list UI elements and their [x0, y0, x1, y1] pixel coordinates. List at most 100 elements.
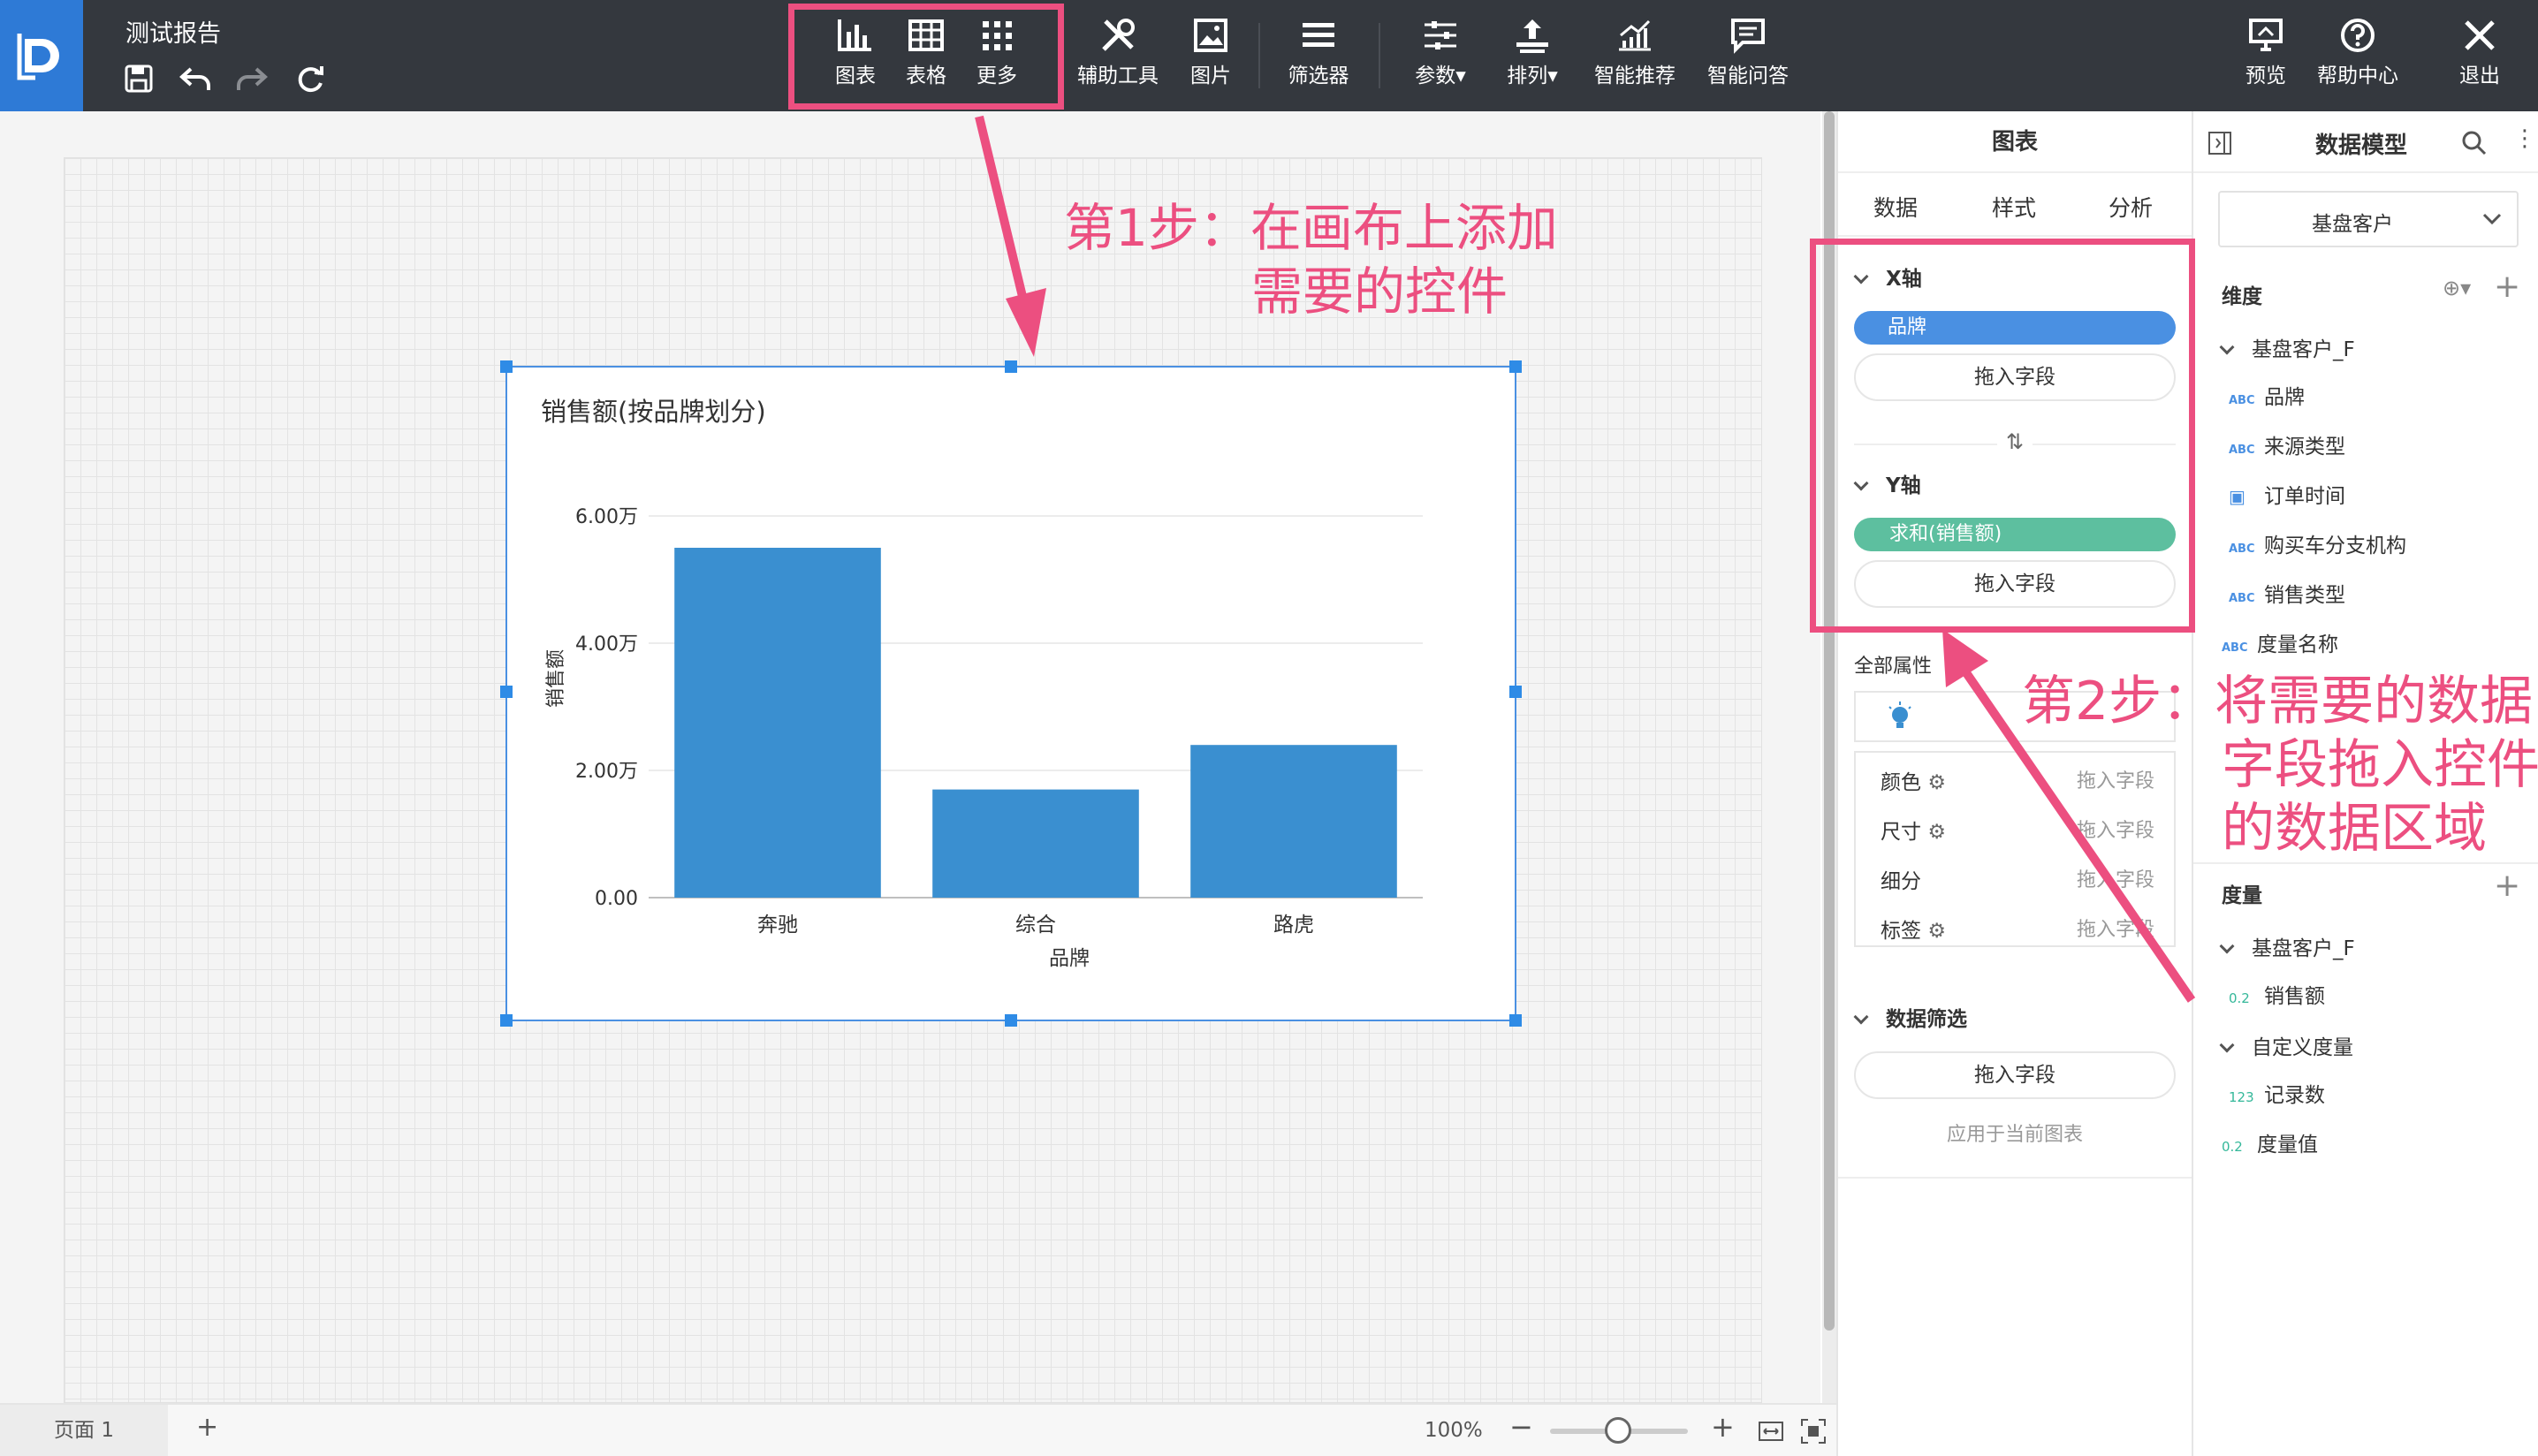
undo-icon[interactable] [179, 64, 212, 94]
x-tick-label: 路虎 [1273, 914, 1314, 937]
bar[interactable] [1190, 745, 1397, 898]
add-measure-icon[interactable]: + [2494, 868, 2520, 904]
preview-button[interactable]: 预览 [2241, 16, 2291, 95]
dataset-select[interactable]: 基盘客户 [2218, 191, 2519, 247]
field-measure-names[interactable]: ABC 度量名称 [2222, 627, 2338, 663]
zoom-slider-thumb[interactable] [1605, 1417, 1631, 1444]
chevron-down-icon [2219, 339, 2235, 355]
text-type-icon: ABC [2222, 641, 2248, 655]
divider [1838, 235, 2192, 237]
toolbar-highlight-box [788, 4, 1064, 110]
y-tick-label: 0.00 [595, 888, 638, 910]
field-sales-type[interactable]: ABC 销售类型 [2229, 578, 2345, 613]
aux-tools-button[interactable]: 辅助工具 [1075, 16, 1161, 95]
resize-handle[interactable] [1509, 1014, 1522, 1027]
chat-icon [1731, 19, 1765, 54]
field-measure-values[interactable]: 0.2 度量值 [2222, 1127, 2318, 1163]
field-branch[interactable]: ABC 购买车分支机构 [2229, 528, 2406, 564]
aux-tools-label: 辅助工具 [1077, 64, 1159, 87]
prop-label-drop[interactable]: 拖入字段 [2077, 914, 2154, 942]
chevron-down-icon [1853, 1009, 1869, 1025]
collapse-panel-icon[interactable] [2207, 131, 2232, 155]
fit-page-icon[interactable] [1799, 1417, 1828, 1445]
search-icon[interactable] [2460, 129, 2489, 157]
y-tick-label: 6.00万 [575, 506, 638, 528]
filter-drop-zone[interactable]: 拖入字段 [1854, 1051, 2176, 1099]
redo-icon[interactable] [235, 64, 269, 94]
exit-button[interactable]: 退出 [2455, 16, 2504, 95]
measures-label: 度量 [2222, 884, 2262, 907]
prop-color[interactable]: 颜色 ⚙ [1881, 765, 1946, 795]
tab-analysis[interactable]: 分析 [2109, 191, 2153, 223]
add-page-button[interactable]: + [196, 1412, 218, 1443]
smart-recommend-button[interactable]: 智能推荐 [1591, 16, 1679, 95]
arrange-icon [1516, 19, 1548, 53]
image-tool-button[interactable]: 图片 [1186, 16, 1235, 95]
divider [1838, 1177, 2192, 1179]
resize-handle[interactable] [1509, 360, 1522, 373]
resize-handle[interactable] [500, 360, 513, 373]
field-order-time[interactable]: ▣ 订单时间 [2229, 479, 2345, 514]
data-filter-section[interactable]: 数据筛选 [1853, 1002, 1967, 1032]
gear-icon: ⚙ [1927, 920, 1946, 943]
chart-widget[interactable]: 销售额(按品牌划分) 0.00 2.00万 4.00万 6.00万 奔驰 综合 路虎 销售额… [500, 360, 1522, 1027]
field-source-type[interactable]: ABC 来源类型 [2229, 429, 2345, 465]
help-center-label: 帮助中心 [2317, 64, 2398, 87]
tab-style[interactable]: 样式 [1992, 191, 2036, 223]
add-dimension-icon[interactable]: + [2494, 269, 2520, 305]
resize-handle[interactable] [500, 686, 513, 698]
filter-tool-button[interactable]: 筛选器 [1285, 16, 1352, 95]
gear-icon: ⚙ [1927, 771, 1946, 794]
annotation-step1: 第1步：在画布上添加 需要的控件 [1064, 198, 1558, 322]
resize-handle[interactable] [1005, 1014, 1017, 1027]
field-sales-amount[interactable]: 0.2 销售额 [2229, 979, 2325, 1014]
prop-detail[interactable]: 细分 [1881, 864, 1921, 894]
dim-group[interactable]: 基盘客户_F [2219, 332, 2355, 362]
bar[interactable] [932, 789, 1139, 898]
number-type-icon: 0.2 [2222, 1139, 2243, 1155]
smart-recommend-label: 智能推荐 [1594, 64, 1676, 87]
smart-qa-button[interactable]: 智能问答 [1704, 16, 1792, 95]
prop-detail-drop[interactable]: 拖入字段 [2077, 864, 2154, 892]
chevron-down-icon [2219, 1037, 2235, 1053]
report-title[interactable]: 测试报告 [125, 14, 221, 49]
zoom-out-button[interactable]: − [1509, 1410, 1533, 1444]
custom-measure-group[interactable]: 自定义度量 [2219, 1030, 2353, 1060]
text-type-icon: ABC [2229, 542, 2255, 556]
param-tool-button[interactable]: 参数▾ [1405, 16, 1476, 95]
annotation-step2: 第2步：将需要的数据 字段拖入控件 的数据区域 [2022, 671, 2538, 860]
bar[interactable] [674, 548, 881, 898]
close-icon [2465, 20, 2495, 50]
zoom-in-button[interactable]: + [1711, 1410, 1735, 1444]
resize-handle[interactable] [500, 1014, 513, 1027]
apply-current-chart[interactable]: 应用于当前图表 [1838, 1119, 2192, 1147]
page-tab[interactable]: 页面 1 [0, 1405, 168, 1456]
tab-data[interactable]: 数据 [1873, 191, 1918, 223]
fit-width-icon[interactable] [1757, 1417, 1785, 1445]
help-center-button[interactable]: 帮助中心 [2315, 16, 2400, 95]
resize-handle[interactable] [1509, 686, 1522, 698]
calendar-icon: ▣ [2229, 486, 2245, 507]
field-brand[interactable]: ABC 品牌 [2229, 380, 2305, 415]
resize-handle[interactable] [1005, 360, 1017, 373]
image-tool-label: 图片 [1190, 64, 1231, 87]
field-record-count[interactable]: 123 记录数 [2229, 1078, 2325, 1113]
all-props-label: 全部属性 [1854, 656, 1933, 678]
filter-tool-label: 筛选器 [1288, 64, 1349, 87]
refresh-icon[interactable] [293, 62, 327, 95]
app-logo[interactable] [0, 0, 83, 111]
globe-icon[interactable]: ⊕▾ [2443, 276, 2471, 300]
prop-label[interactable]: 标签 ⚙ [1881, 914, 1946, 944]
help-circle-icon [2341, 19, 2375, 52]
arrange-tool-button[interactable]: 排列▾ [1497, 16, 1568, 95]
prop-size[interactable]: 尺寸 ⚙ [1881, 815, 1946, 845]
save-icon[interactable] [124, 64, 154, 94]
zoom-level: 100% [1425, 1419, 1483, 1442]
integer-type-icon: 123 [2229, 1089, 2254, 1105]
text-type-icon: ABC [2229, 444, 2255, 457]
list-filter-icon [1303, 23, 1334, 47]
more-vertical-icon[interactable]: ⋮ [2513, 125, 2536, 152]
lightbulb-icon [1888, 701, 1911, 728]
measure-group[interactable]: 基盘客户_F [2219, 931, 2355, 961]
toolbar-divider [1258, 23, 1260, 88]
